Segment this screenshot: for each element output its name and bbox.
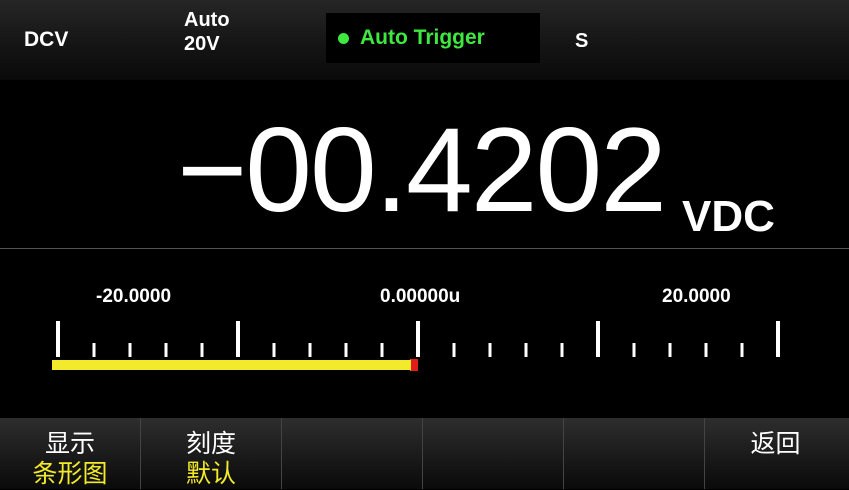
bar-graph-scale (52, 321, 780, 371)
scale-minor-tick (344, 343, 348, 357)
scale-major-tick (416, 321, 420, 357)
scale-minor-tick (488, 343, 492, 357)
softkey-4[interactable] (423, 418, 564, 489)
bar-baseline (52, 360, 418, 370)
softkey-scale[interactable]: 刻度 默认 (141, 418, 282, 489)
range-mode: Auto (184, 9, 230, 31)
softkey-5[interactable] (564, 418, 705, 489)
status-bar: DCV Auto 20V Auto Trigger S (0, 0, 849, 80)
softkey-label: 返回 (750, 429, 801, 458)
scale-minor-tick (740, 343, 744, 357)
scale-major-tick (596, 321, 600, 357)
scale-minor-tick (200, 343, 204, 357)
scale-minor-tick (668, 343, 672, 357)
scale-minor-tick (164, 343, 168, 357)
scale-minor-tick (380, 343, 384, 357)
softkey-value: 条形图 (32, 459, 108, 488)
measurement-function: DCV (24, 28, 69, 51)
scale-minor-tick (308, 343, 312, 357)
scale-minor-tick (452, 343, 456, 357)
scale-minor-tick (272, 343, 276, 357)
bar-value-marker (411, 359, 418, 371)
bar-graph: -20.0000 0.00000u 20.0000 (0, 249, 849, 418)
range-value: 20V (184, 33, 220, 55)
range-indicator: Auto 20V (184, 8, 230, 56)
main-display: −00.4202 VDC (0, 80, 849, 248)
scale-minor-tick (560, 343, 564, 357)
trigger-status-icon (338, 33, 349, 44)
softkey-back[interactable]: 返回 (705, 418, 846, 489)
measurement-reading: −00.4202 (177, 103, 667, 237)
sample-speed: S (575, 30, 589, 52)
trigger-indicator: Auto Trigger (326, 13, 540, 63)
softkey-bar: 显示 条形图 刻度 默认 返回 (0, 418, 849, 489)
softkey-value: 默认 (185, 459, 236, 488)
scale-minor-tick (704, 343, 708, 357)
scale-minor-tick (632, 343, 636, 357)
measurement-unit: VDC (682, 192, 775, 241)
scale-minor-tick (524, 343, 528, 357)
scale-major-tick (236, 321, 240, 357)
scale-minor-tick (128, 343, 132, 357)
trigger-mode: Auto Trigger (360, 26, 485, 49)
scale-major-tick (776, 321, 780, 357)
scale-minor-tick (92, 343, 96, 357)
scale-major-tick (56, 321, 60, 357)
softkey-display[interactable]: 显示 条形图 (0, 418, 141, 489)
softkey-3[interactable] (282, 418, 423, 489)
